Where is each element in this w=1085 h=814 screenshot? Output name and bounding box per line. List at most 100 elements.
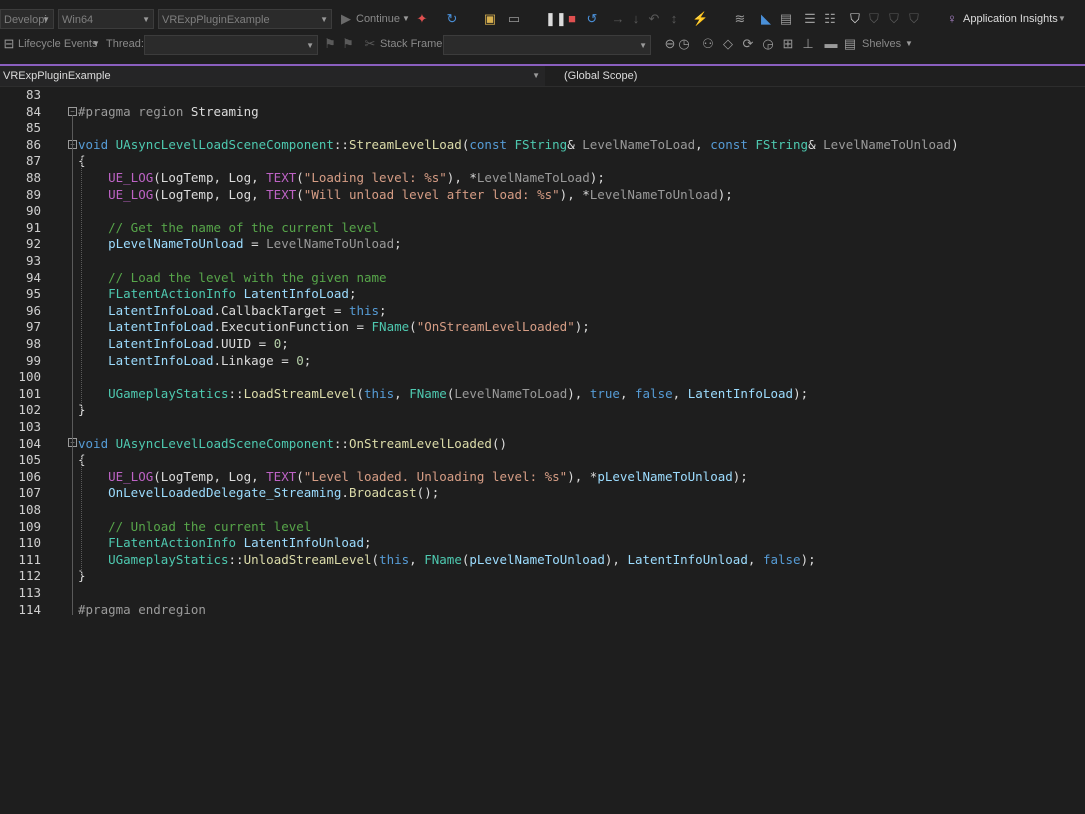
shelf-icon[interactable]: ▬ [823,34,839,54]
comment-icon[interactable]: ▤ [778,9,794,29]
threads-icon[interactable]: ≋ [732,9,748,29]
code-line[interactable]: // Unload the current level [78,519,311,536]
code-line[interactable]: LatentInfoLoad.UUID = 0; [78,336,289,353]
breakpoint-icon[interactable]: ◣ [758,9,774,29]
bookmark-icon[interactable]: ⛉ [847,9,863,29]
indent-guide [81,455,82,576]
code-line[interactable]: UGameplayStatics::LoadStreamLevel(this, … [78,386,808,403]
code-token: & [567,136,583,152]
thread-dropdown[interactable]: ▼ [144,35,318,55]
chevron-down-icon[interactable]: ▼ [1054,9,1070,29]
window-icon[interactable]: ▭ [506,9,522,29]
code-line[interactable]: // Get the name of the current level [78,220,379,237]
code-line[interactable]: void UAsyncLevelLoadSceneComponent::Stre… [78,137,959,154]
code-token: pLevelNameToUnload [469,551,605,567]
code-token: const [469,136,515,152]
project-scope-dropdown[interactable]: VRExpPluginExample ▼ [0,66,545,86]
code-line[interactable]: #pragma region Streaming [78,104,259,121]
code-token: , [394,385,410,401]
code-line[interactable]: FLatentActionInfo LatentInfoUnload; [78,535,371,552]
stop-icon[interactable]: ■ [564,9,580,29]
configuration-dropdown[interactable]: Developi ▼ [0,9,54,29]
code-line[interactable]: LatentInfoLoad.Linkage = 0; [78,353,311,370]
prev-bookmark-icon[interactable]: ⛉ [866,9,882,29]
step-over-icon[interactable]: → [610,9,626,29]
indent-icon[interactable]: ☰ [802,9,818,29]
line-number: 109 [18,518,41,534]
step-out-icon[interactable]: ↕ [666,9,682,29]
hierarchy-icon[interactable]: ⚇ [700,34,716,54]
stack-frame-label: Stack Frame: [380,38,446,50]
code-token: FLatentActionInfo [108,286,237,302]
lifecycle-events-button[interactable]: Lifecycle Events [18,34,97,54]
code-line[interactable]: void UAsyncLevelLoadSceneComponent::OnSt… [78,436,507,453]
next-bookmark-icon[interactable]: ⛉ [886,9,902,29]
folder-icon[interactable]: ▣ [482,9,498,29]
restart-icon[interactable]: ↺ [584,9,600,29]
step-back-icon[interactable]: ↶ [646,9,662,29]
pause-icon[interactable]: ❚❚ [545,9,567,29]
code-token: :: [333,136,349,152]
code-line[interactable]: LatentInfoLoad.ExecutionFunction = FName… [78,319,590,336]
refresh-icon[interactable]: ⟳ [740,34,756,54]
line-number: 113 [18,585,41,600]
code-token: ; [348,286,357,302]
code-line[interactable]: UE_LOG(LogTemp, Log, TEXT("Will unload l… [78,187,733,204]
restart-loop-icon[interactable]: ↻ [444,9,460,29]
chevron-down-icon[interactable]: ▼ [398,9,414,29]
code-editor[interactable]: 83 84 85 86 87 88 89 90 91 92 93 94 95 96 97 98 99 100 101… [0,87,1085,814]
network-icon[interactable]: ⊞ [780,34,796,54]
code-token: UE_LOG [108,186,154,202]
code-line[interactable]: #pragma endregion [78,602,206,619]
continue-button[interactable]: Continue [356,9,400,29]
platform-dropdown[interactable]: Win64 ▼ [58,9,154,29]
code-line[interactable]: UE_LOG(LogTemp, Log, TEXT("Level loaded.… [78,469,748,486]
hex-display-icon[interactable]: ⚡ [692,9,708,29]
code-token: // Get the name of the current level [108,219,380,235]
line-number: 100 [18,369,41,385]
line-number: 89 [25,186,41,202]
startup-project-dropdown[interactable]: VRExpPluginExample ▼ [158,9,332,29]
shelves-button[interactable]: Shelves [862,34,901,54]
code-token: ( [296,186,304,202]
outdent-icon[interactable]: ☷ [822,9,838,29]
clock-icon[interactable]: ◷ [676,34,692,54]
chevron-down-icon[interactable]: ▼ [901,34,917,54]
application-insights-button[interactable]: Application Insights [963,9,1058,29]
flag-icon[interactable]: ⚑ [322,34,338,54]
code-line[interactable]: LatentInfoLoad.CallbackTarget = this; [78,303,386,320]
code-line[interactable]: OnLevelLoadedDelegate_Streaming.Broadcas… [78,485,439,502]
code-line[interactable]: FLatentActionInfo LatentInfoLoad; [78,286,356,303]
line-number: 105 [18,452,41,468]
line-number: 87 [25,153,41,169]
pin-icon[interactable]: ⊥ [800,34,816,54]
code-token: ); [589,170,605,185]
code-line[interactable]: pLevelNameToUnload = LevelNameToUnload; [78,236,402,253]
global-scope-dropdown[interactable]: (Global Scope) [564,66,637,86]
flag-all-icon[interactable]: ⚑ [340,34,356,54]
code-line[interactable]: UE_LOG(LogTemp, Log, TEXT("Loading level… [78,170,605,187]
code-token: LevelNameToUnload [589,186,718,202]
clear-bookmarks-icon[interactable]: ⛉ [906,9,922,29]
tag-icon[interactable]: ◇ [720,34,736,54]
step-into-icon[interactable]: ↓ [628,9,644,29]
hot-reload-icon[interactable]: ✦ [414,9,430,29]
chevron-down-icon[interactable]: ▼ [88,34,104,54]
code-token: ); [717,186,733,202]
code-line[interactable]: UGameplayStatics::UnloadStreamLevel(this… [78,552,816,569]
stack-frame-dropdown[interactable]: ▼ [443,35,651,55]
code-line[interactable]: // Load the level with the given name [78,270,386,287]
code-token: :: [333,435,349,451]
history-icon[interactable]: ◶ [760,34,776,54]
code-token: LevelNameToLoad [476,170,590,185]
line-number: 114 [18,601,41,617]
code-token: (LogTemp, Log, [153,170,267,185]
